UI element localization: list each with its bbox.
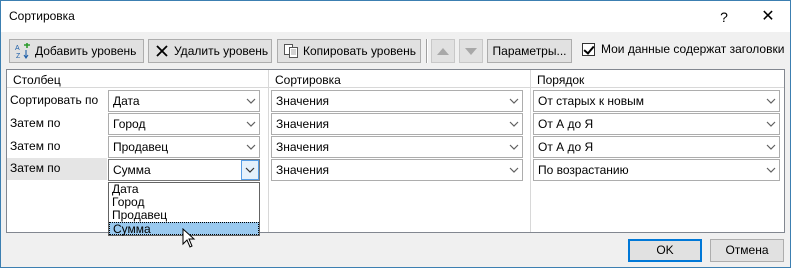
delete-level-label: Удалить уровень [174, 44, 269, 58]
copy-level-label: Копировать уровень [303, 44, 416, 58]
move-up-button[interactable] [431, 39, 455, 63]
chevron-down-icon[interactable] [241, 91, 259, 111]
sort-on-select[interactable]: Значения [271, 113, 523, 135]
sort-on-select[interactable]: Значения [271, 159, 523, 181]
order-select[interactable]: По возрастанию [533, 159, 780, 181]
options-button[interactable]: Параметры... [487, 39, 572, 63]
sort-on-select[interactable]: Значения [271, 136, 523, 158]
svg-text:A: A [15, 45, 20, 52]
row-label: Затем по [10, 139, 61, 153]
sort-on-select-value: Значения [276, 117, 330, 131]
copy-icon [283, 43, 299, 59]
order-select-value: От А до Я [538, 140, 594, 154]
order-select[interactable]: От А до Я [533, 136, 780, 158]
delete-level-button[interactable]: Удалить уровень [148, 39, 272, 63]
add-level-button[interactable]: A Z Добавить уровень [9, 39, 144, 63]
close-button[interactable]: ✕ [749, 4, 787, 30]
chevron-down-icon[interactable] [504, 137, 522, 157]
chevron-down-icon[interactable] [761, 91, 779, 111]
add-level-label: Добавить уровень [35, 44, 137, 58]
row-label: Затем по [10, 116, 61, 130]
column-divider [268, 70, 269, 232]
column-select[interactable]: Дата [108, 90, 260, 112]
column-divider [530, 70, 531, 232]
column-header-sort-on: Сортировка [275, 73, 341, 87]
sort-on-select-value: Значения [276, 163, 330, 177]
order-select[interactable]: От старых к новым [533, 90, 780, 112]
dropdown-option[interactable]: Продавец [109, 209, 259, 222]
copy-level-button[interactable]: Копировать уровень [277, 39, 421, 63]
header-divider [7, 87, 784, 88]
order-select-value: По возрастанию [538, 163, 629, 177]
chevron-down-icon[interactable] [241, 114, 259, 134]
headers-checkbox-label: Мои данные содержат заголовки [601, 42, 785, 56]
arrow-down-icon [465, 47, 477, 55]
mouse-cursor-icon [182, 228, 196, 248]
column-select-value: Город [113, 117, 146, 131]
arrow-up-icon [437, 47, 449, 55]
column-header-order: Порядок [537, 73, 585, 87]
chevron-down-icon[interactable] [504, 160, 522, 180]
svg-text:Z: Z [16, 53, 21, 59]
column-select[interactable]: Сумма [108, 159, 260, 181]
chevron-down-icon[interactable] [761, 160, 779, 180]
toolbar-separator [426, 39, 428, 63]
row-label: Сортировать по [10, 93, 99, 107]
column-select-value: Продавец [113, 140, 169, 154]
move-down-button[interactable] [459, 39, 483, 63]
order-select-value: От А до Я [538, 117, 594, 131]
sort-on-select-value: Значения [276, 94, 330, 108]
column-select[interactable]: Город [108, 113, 260, 135]
dialog-title: Сортировка [9, 9, 75, 23]
column-select-value: Дата [113, 94, 140, 108]
order-select-value: От старых к новым [538, 94, 644, 108]
sort-on-select[interactable]: Значения [271, 90, 523, 112]
ok-button[interactable]: OK [628, 239, 702, 262]
chevron-down-icon[interactable] [241, 160, 259, 180]
delete-icon [154, 43, 170, 59]
headers-checkbox[interactable] [582, 42, 595, 56]
options-label: Параметры... [492, 44, 567, 58]
column-select[interactable]: Продавец [108, 136, 260, 158]
order-select[interactable]: От А до Я [533, 113, 780, 135]
column-select-value: Сумма [113, 163, 151, 177]
chevron-down-icon[interactable] [761, 114, 779, 134]
chevron-down-icon[interactable] [761, 137, 779, 157]
title-bar: Сортировка ? ✕ [1, 1, 790, 32]
row-label: Затем по [10, 161, 61, 175]
cancel-button[interactable]: Отмена [710, 239, 784, 262]
chevron-down-icon[interactable] [504, 91, 522, 111]
headers-checkbox-row[interactable]: Мои данные содержат заголовки [582, 42, 784, 56]
chevron-down-icon[interactable] [241, 137, 259, 157]
chevron-down-icon[interactable] [504, 114, 522, 134]
add-level-icon: A Z [15, 43, 31, 60]
sort-dialog: Сортировка ? ✕ A Z Добавить уровень Удал… [0, 0, 791, 268]
column-header-column: Столбец [13, 73, 61, 87]
sort-on-select-value: Значения [276, 140, 330, 154]
help-button[interactable]: ? [707, 4, 741, 30]
